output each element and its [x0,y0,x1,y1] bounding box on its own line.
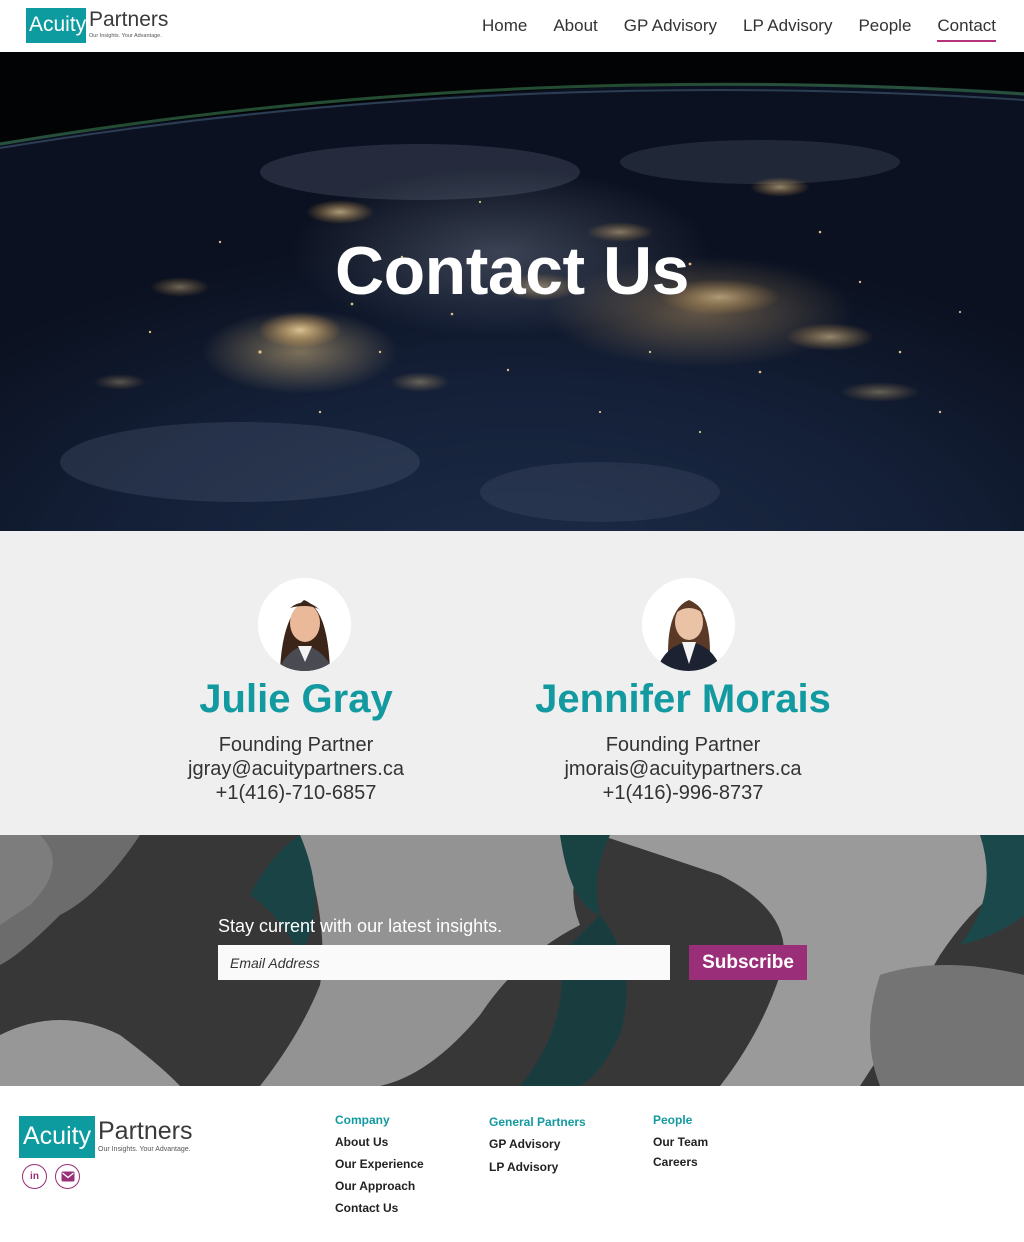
contact-phone[interactable]: +1(416)-710-6857 [106,782,486,805]
hero-banner: Contact Us [0,52,1024,531]
newsletter-prompt: Stay current with our latest insights. [218,916,503,936]
logo-word: Partners [98,1117,193,1145]
footer-column-company: Company About Us Our Experience Our Appr… [335,1113,424,1215]
footer-link-our-experience[interactable]: Our Experience [335,1157,424,1171]
footer-link-lp-advisory[interactable]: LP Advisory [489,1160,586,1174]
avatar [258,578,351,671]
avatar-image [258,578,351,671]
footer-link-contact-us[interactable]: Contact Us [335,1201,424,1215]
nav-gp-advisory[interactable]: GP Advisory [624,0,717,52]
avatar-image [642,578,735,671]
contact-email[interactable]: jgray@acuitypartners.ca [106,758,486,781]
newsletter-section: Stay current with our latest insights. S… [0,835,1024,1086]
email-input[interactable] [218,945,670,980]
page-title: Contact Us [335,233,689,309]
footer-heading: People [653,1113,693,1127]
nav-about[interactable]: About [553,0,597,52]
footer-heading: Company [335,1113,390,1127]
contacts-section: Julie Gray Founding Partner jgray@acuity… [0,531,1024,835]
nav-contact[interactable]: Contact [937,0,996,52]
logo-box: Acuity [19,1116,95,1158]
footer-column-people: People Our Team Careers [653,1113,708,1169]
footer-heading: General Partners [489,1115,586,1129]
nav-home[interactable]: Home [482,0,527,52]
footer-logo[interactable]: Acuity Partners Our Insights. Your Advan… [19,1116,192,1158]
footer-link-our-team[interactable]: Our Team [653,1135,708,1149]
site-logo[interactable]: Acuity Partners Our Insights. Your Advan… [26,8,168,44]
contact-email[interactable]: jmorais@acuitypartners.ca [493,758,873,781]
mail-icon[interactable] [55,1164,80,1189]
footer-column-general-partners: General Partners GP Advisory LP Advisory [489,1115,586,1174]
footer-link-about-us[interactable]: About Us [335,1135,424,1149]
logo-box: Acuity [26,8,86,43]
footer-link-careers[interactable]: Careers [653,1155,708,1169]
contact-name: Jennifer Morais [535,677,831,721]
nav-lp-advisory[interactable]: LP Advisory [743,0,832,52]
subscribe-button[interactable]: Subscribe [689,945,807,980]
logo-word: Partners [89,8,169,31]
site-footer: Acuity Partners Our Insights. Your Advan… [0,1086,1024,1242]
site-header: Acuity Partners Our Insights. Your Advan… [0,0,1024,52]
contact-role: Founding Partner [218,734,374,756]
main-nav: Home About GP Advisory LP Advisory Peopl… [456,0,996,52]
contact-role: Founding Partner [605,734,761,756]
envelope-icon [61,1171,74,1182]
logo-tagline: Our Insights. Your Advantage. [98,1146,191,1153]
footer-link-gp-advisory[interactable]: GP Advisory [489,1137,586,1151]
contact-name: Julie Gray [199,677,393,721]
avatar [642,578,735,671]
nav-people[interactable]: People [858,0,911,52]
logo-tagline: Our Insights. Your Advantage. [89,33,162,39]
footer-link-our-approach[interactable]: Our Approach [335,1179,424,1193]
contact-phone[interactable]: +1(416)-996-8737 [493,782,873,805]
linkedin-icon[interactable]: in [22,1164,47,1189]
